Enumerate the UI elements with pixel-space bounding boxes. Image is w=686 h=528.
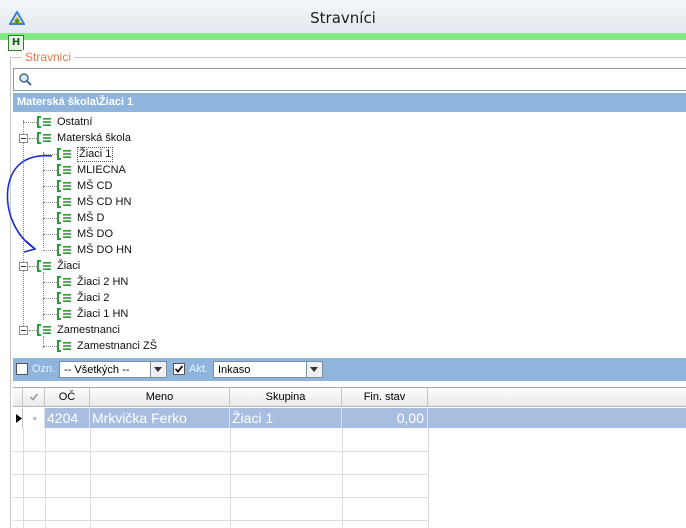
title-bar: Stravníci bbox=[0, 0, 686, 34]
cell-meno[interactable]: Mrkvička Ferko bbox=[90, 408, 230, 428]
column-header-filler bbox=[428, 388, 686, 407]
check-icon bbox=[174, 365, 184, 373]
chevron-down-icon[interactable] bbox=[150, 362, 166, 377]
tree-node-label: MLIECNA bbox=[77, 164, 126, 176]
tree-node-label: Materská škola bbox=[57, 132, 131, 144]
collapse-toggle[interactable] bbox=[19, 262, 28, 271]
diners-table: OČ Meno Skupina Fin. stav ∘ 4204 Mrkvičk… bbox=[13, 387, 686, 528]
collapse-toggle[interactable] bbox=[19, 326, 28, 335]
tree-node-label: MŠ D bbox=[77, 212, 105, 224]
tree-node-label: Žiaci 1 HN bbox=[77, 308, 129, 320]
tree-node-label: Žiaci 2 bbox=[77, 292, 110, 304]
breadcrumb: Materská škola\Žiaci 1 bbox=[13, 93, 686, 112]
column-header-check[interactable] bbox=[23, 388, 45, 407]
search-icon bbox=[19, 73, 32, 86]
chevron-down-icon[interactable] bbox=[306, 362, 322, 377]
tree-node-label: MŠ DO HN bbox=[77, 244, 132, 256]
akt-checkbox[interactable] bbox=[173, 363, 185, 375]
tree-node-label: Ostatní bbox=[57, 116, 93, 128]
tree-node-label: MŠ DO bbox=[77, 228, 114, 240]
h-button[interactable]: H bbox=[8, 35, 24, 51]
tree-node-label: MŠ CD bbox=[77, 180, 113, 192]
select-value: Inkaso bbox=[218, 364, 251, 376]
current-row-arrow-icon bbox=[16, 414, 22, 423]
tree-node-label: Zamestnanci bbox=[57, 324, 120, 336]
status-strip bbox=[0, 33, 686, 40]
tree-node-label: Zamestnanci ZŠ bbox=[77, 340, 158, 352]
group-icon bbox=[57, 276, 71, 288]
select-value: -- Všetkých -- bbox=[64, 364, 130, 376]
payment-type-select[interactable]: Inkaso bbox=[213, 361, 323, 378]
column-header-fin-stav[interactable]: Fin. stav bbox=[342, 388, 428, 407]
cell-fin-stav[interactable]: 0,00 bbox=[342, 408, 428, 428]
row-check-cell[interactable]: ∘ bbox=[23, 408, 45, 428]
group-icon bbox=[37, 324, 51, 336]
tree-node-label: Žiaci 2 HN bbox=[77, 276, 129, 288]
ozn-checkbox[interactable] bbox=[16, 363, 28, 375]
group-tree[interactable]: Ostatní Materská škola Žiaci 1 MLIECNA M… bbox=[13, 114, 686, 358]
group-label: Stravnici bbox=[22, 50, 75, 64]
tree-line bbox=[43, 272, 45, 320]
group-icon bbox=[57, 340, 71, 352]
ozn-label: Ozn. bbox=[32, 363, 56, 375]
group-icon bbox=[57, 292, 71, 304]
tree-node-label: Žiaci bbox=[57, 260, 81, 272]
all-filter-select[interactable]: -- Všetkých -- bbox=[59, 361, 167, 378]
column-header-skupina[interactable]: Skupina bbox=[230, 388, 342, 407]
window-title: Stravníci bbox=[310, 9, 376, 27]
akt-label: Akt. bbox=[189, 363, 208, 375]
cell-skupina[interactable]: Žiaci 1 bbox=[230, 408, 342, 428]
column-header-meno[interactable]: Meno bbox=[90, 388, 230, 407]
check-icon bbox=[29, 393, 38, 401]
annotation-arrow bbox=[6, 154, 53, 253]
search-input[interactable] bbox=[13, 68, 686, 91]
tree-node-label: MŠ CD HN bbox=[77, 196, 132, 208]
group-icon bbox=[37, 116, 51, 128]
row-indicator bbox=[13, 408, 23, 428]
cell-oc[interactable]: 4204 bbox=[45, 408, 90, 428]
row-header-corner bbox=[13, 388, 23, 407]
column-header-oc[interactable]: OČ bbox=[45, 388, 90, 407]
tree-node-label: Žiaci 1 bbox=[77, 147, 114, 162]
dot-icon: ∘ bbox=[32, 413, 38, 423]
table-row[interactable]: ∘ 4204 Mrkvička Ferko Žiaci 1 0,00 bbox=[13, 408, 686, 428]
filter-bar: Ozn. -- Všetkých -- Akt. Inkaso bbox=[13, 358, 686, 381]
group-icon bbox=[37, 260, 51, 272]
group-icon bbox=[57, 308, 71, 320]
